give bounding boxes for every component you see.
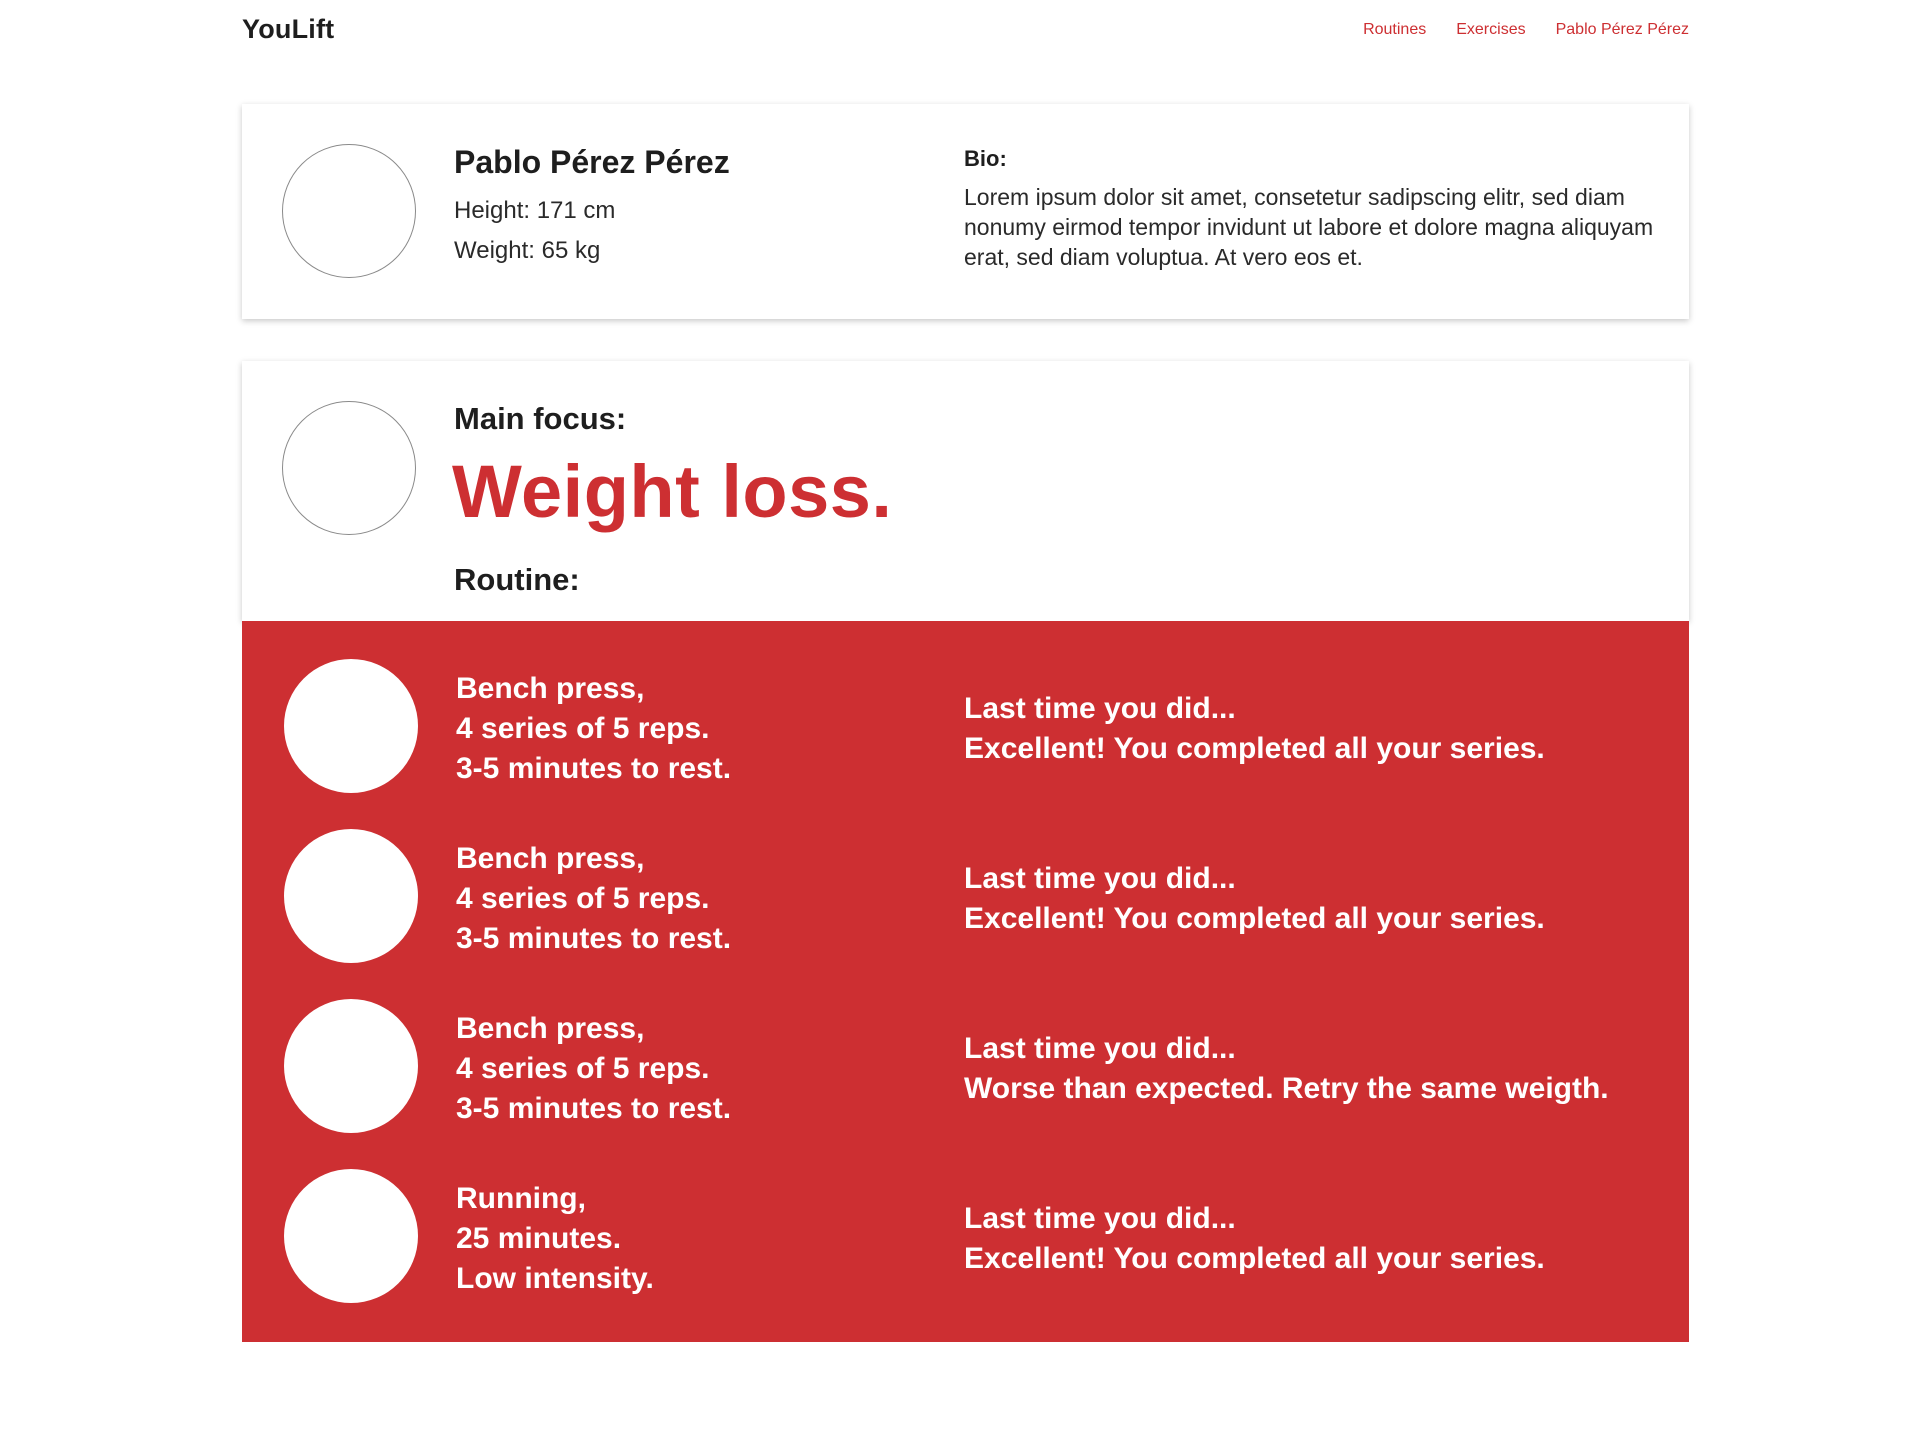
result-heading: Last time you did...	[964, 862, 1236, 895]
exercise-duration: 25 minutes.	[456, 1222, 622, 1255]
result-heading: Last time you did...	[964, 1032, 1236, 1065]
exercise-sets: 4 series of 5 reps.	[456, 882, 710, 915]
exercise-name: Bench press,	[456, 672, 645, 705]
nav-link-exercises[interactable]: Exercises	[1456, 21, 1525, 39]
bio-label: Bio:	[964, 146, 1007, 171]
exercise-description: Bench press, 4 series of 5 reps. 3-5 min…	[456, 669, 731, 789]
bio-text: Lorem ipsum dolor sit amet, consetetur s…	[964, 184, 1654, 270]
exercise-row[interactable]: Running, 25 minutes. Low intensity. Last…	[242, 1131, 1689, 1303]
exercise-row[interactable]: Bench press, 4 series of 5 reps. 3-5 min…	[242, 961, 1689, 1133]
avatar	[282, 144, 416, 278]
result-text: Worse than expected. Retry the same weig…	[964, 1072, 1609, 1105]
top-nav: Routines Exercises Pablo Pérez Pérez	[1363, 21, 1689, 39]
exercise-description: Bench press, 4 series of 5 reps. 3-5 min…	[456, 1009, 731, 1129]
exercise-last-result: Last time you did... Excellent! You comp…	[964, 859, 1545, 939]
exercise-last-result: Last time you did... Worse than expected…	[964, 1029, 1609, 1109]
result-heading: Last time you did...	[964, 692, 1236, 725]
result-text: Excellent! You completed all your series…	[964, 732, 1545, 765]
focus-label: Main focus:	[454, 401, 627, 436]
profile-card: Pablo Pérez Pérez Height: 171 cm Weight:…	[242, 104, 1689, 319]
focus-image	[282, 401, 416, 535]
exercise-intensity: Low intensity.	[456, 1262, 654, 1295]
exercise-rest: 3-5 minutes to rest.	[456, 752, 732, 785]
exercise-sets: 4 series of 5 reps.	[456, 1052, 710, 1085]
exercise-name: Bench press,	[456, 1012, 645, 1045]
exercise-sets: 4 series of 5 reps.	[456, 712, 710, 745]
exercise-name: Bench press,	[456, 842, 645, 875]
focus-value: Weight loss.	[452, 450, 893, 533]
exercise-name: Running,	[456, 1182, 586, 1215]
app-logo[interactable]: YouLift	[242, 14, 334, 45]
result-heading: Last time you did...	[964, 1202, 1236, 1235]
profile-weight: Weight: 65 kg	[454, 237, 601, 264]
exercise-rest: 3-5 minutes to rest.	[456, 1092, 732, 1125]
exercise-image	[284, 829, 418, 963]
result-text: Excellent! You completed all your series…	[964, 1242, 1545, 1275]
exercise-description: Bench press, 4 series of 5 reps. 3-5 min…	[456, 839, 731, 959]
exercise-row[interactable]: Bench press, 4 series of 5 reps. 3-5 min…	[242, 791, 1689, 963]
focus-card: Main focus: Weight loss. Routine:	[242, 361, 1689, 621]
exercise-image	[284, 999, 418, 1133]
exercise-rest: 3-5 minutes to rest.	[456, 922, 732, 955]
profile-height: Height: 171 cm	[454, 197, 616, 224]
nav-link-profile[interactable]: Pablo Pérez Pérez	[1556, 21, 1689, 39]
exercise-image	[284, 1169, 418, 1303]
result-text: Excellent! You completed all your series…	[964, 902, 1545, 935]
exercise-last-result: Last time you did... Excellent! You comp…	[964, 1199, 1545, 1279]
exercise-last-result: Last time you did... Excellent! You comp…	[964, 689, 1545, 769]
nav-link-routines[interactable]: Routines	[1363, 21, 1426, 39]
routine-list: Bench press, 4 series of 5 reps. 3-5 min…	[242, 621, 1689, 1342]
routine-label: Routine:	[454, 562, 580, 597]
exercise-image	[284, 659, 418, 793]
profile-name: Pablo Pérez Pérez	[454, 144, 730, 180]
exercise-row[interactable]: Bench press, 4 series of 5 reps. 3-5 min…	[242, 621, 1689, 793]
exercise-description: Running, 25 minutes. Low intensity.	[456, 1179, 654, 1299]
